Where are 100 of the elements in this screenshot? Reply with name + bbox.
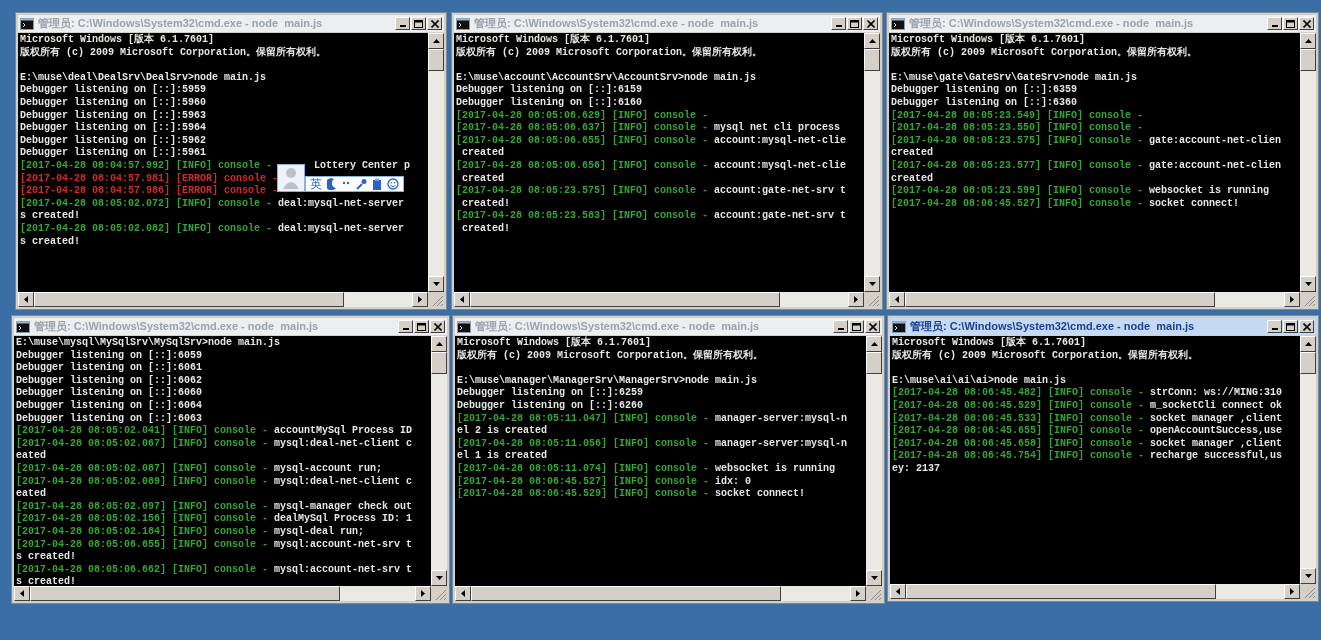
- scrollbar-thumb[interactable]: [906, 584, 1216, 599]
- vertical-scrollbar[interactable]: [866, 336, 882, 586]
- scroll-right-button[interactable]: [412, 292, 428, 307]
- vertical-scrollbar[interactable]: [1300, 33, 1316, 292]
- minimize-button[interactable]: [398, 320, 413, 333]
- console-line: E:\muse\mysql\MySqlSrv\MySqlSrv>node main.js: [16, 337, 281, 350]
- scrollbar-thumb[interactable]: [1300, 49, 1316, 71]
- vertical-scrollbar[interactable]: [431, 336, 447, 586]
- wrench-icon[interactable]: [355, 178, 367, 190]
- close-button[interactable]: [430, 320, 445, 333]
- scroll-up-button[interactable]: [1300, 33, 1316, 49]
- scroll-right-button[interactable]: [848, 292, 864, 307]
- horizontal-scrollbar[interactable]: [890, 584, 1300, 599]
- scroll-up-button[interactable]: [428, 33, 444, 49]
- close-button[interactable]: [1299, 320, 1314, 333]
- close-button[interactable]: [1299, 17, 1314, 30]
- scroll-left-button[interactable]: [454, 292, 470, 307]
- scroll-left-button[interactable]: [889, 292, 905, 307]
- scroll-left-button[interactable]: [890, 584, 906, 599]
- close-button[interactable]: [863, 17, 878, 30]
- log-prefix: [2017-04-28 08:05:23.575] [INFO] console -: [456, 185, 709, 198]
- clipboard-icon[interactable]: [372, 178, 382, 190]
- log-prefix: [2017-04-28 08:05:06.655] [INFO] console -: [456, 134, 709, 147]
- close-button[interactable]: [865, 320, 880, 333]
- maximize-button[interactable]: [849, 320, 864, 333]
- language-toggle[interactable]: 英: [310, 178, 322, 190]
- scroll-up-button[interactable]: [864, 33, 880, 49]
- log-message: strConn: ws://MING:310: [1150, 387, 1283, 400]
- horizontal-scrollbar[interactable]: [455, 586, 866, 601]
- scrollbar-thumb[interactable]: [905, 292, 1215, 307]
- scroll-up-button[interactable]: [1300, 336, 1316, 352]
- close-button[interactable]: [427, 17, 442, 30]
- horizontal-scrollbar[interactable]: [18, 292, 428, 307]
- scrollbar-thumb[interactable]: [864, 49, 880, 71]
- minimize-button[interactable]: [1267, 320, 1282, 333]
- horizontal-scrollbar[interactable]: [889, 292, 1300, 307]
- scrollbar-thumb[interactable]: [30, 586, 340, 601]
- minimize-button[interactable]: [833, 320, 848, 333]
- scroll-left-button[interactable]: [18, 292, 34, 307]
- moon-icon[interactable]: [327, 178, 337, 190]
- maximize-button[interactable]: [1283, 320, 1298, 333]
- console-line: Debugger listening on [::]:6360: [891, 96, 1078, 110]
- scrollbar-thumb[interactable]: [431, 352, 447, 374]
- smiley-icon[interactable]: [387, 178, 399, 190]
- window-title: 管理员: C:\Windows\System32\cmd.exe - node main.js: [475, 319, 760, 335]
- scroll-down-button[interactable]: [864, 276, 880, 292]
- maximize-button[interactable]: [847, 17, 862, 30]
- close-icon: [868, 322, 877, 331]
- scroll-right-button[interactable]: [1284, 292, 1300, 307]
- horizontal-scrollbar[interactable]: [454, 292, 864, 307]
- log-prefix: [2017-04-28 08:05:23.583] [INFO] console -: [456, 210, 709, 223]
- log-message: manager-server:mysql-n: [715, 412, 848, 426]
- scroll-down-button[interactable]: [1300, 276, 1316, 292]
- scrollbar-thumb[interactable]: [471, 586, 781, 601]
- scrollbar-thumb[interactable]: [428, 49, 444, 71]
- scroll-up-button[interactable]: [866, 336, 882, 352]
- maximize-button[interactable]: [411, 17, 426, 30]
- scroll-right-button[interactable]: [1284, 584, 1300, 599]
- scroll-down-button[interactable]: [428, 276, 444, 292]
- scrollbar-thumb[interactable]: [1300, 352, 1316, 374]
- close-icon: [1302, 19, 1311, 28]
- scroll-down-button[interactable]: [866, 570, 882, 586]
- minimize-button[interactable]: [831, 17, 846, 30]
- log-message: socket manager ,client: [1150, 412, 1283, 426]
- horizontal-scrollbar[interactable]: [14, 586, 431, 601]
- cmd-icon: [456, 17, 470, 30]
- cmd-icon: [16, 320, 30, 333]
- scrollbar-thumb[interactable]: [866, 352, 882, 374]
- log-prefix: [2017-04-28 08:05:06.662] [INFO] console -: [16, 563, 269, 576]
- maximize-icon: [852, 322, 861, 331]
- close-icon: [866, 19, 875, 28]
- console-line: Debugger listening on [::]:5959: [20, 84, 207, 97]
- console-line: created: [891, 147, 933, 160]
- log-message: m_socketCli connect ok: [1150, 399, 1283, 413]
- maximize-button[interactable]: [414, 320, 429, 333]
- scroll-left-button[interactable]: [455, 586, 471, 601]
- vertical-scrollbar[interactable]: [864, 33, 880, 292]
- scrollbar-thumb[interactable]: [470, 292, 780, 307]
- log-message: Lottery Center p: [314, 159, 411, 173]
- left-arrow-icon: [896, 588, 900, 595]
- minimize-button[interactable]: [1267, 17, 1282, 30]
- scroll-right-button[interactable]: [415, 586, 431, 601]
- console-line: eated: [16, 488, 46, 501]
- scroll-left-button[interactable]: [14, 586, 30, 601]
- maximize-button[interactable]: [1283, 17, 1298, 30]
- log-prefix: [2017-04-28 08:05:06.637] [INFO] console -: [456, 122, 709, 135]
- scroll-down-button[interactable]: [431, 570, 447, 586]
- vertical-scrollbar[interactable]: [1300, 336, 1316, 584]
- scroll-down-button[interactable]: [1300, 568, 1316, 584]
- scrollbar-thumb[interactable]: [34, 292, 344, 307]
- vertical-scrollbar[interactable]: [428, 33, 444, 292]
- maximize-icon: [1286, 322, 1295, 331]
- log-prefix: [2017-04-28 08:04:57.981] [ERROR] console -: [20, 172, 279, 185]
- log-message: openAccountSuccess,use: [1150, 425, 1283, 438]
- console-line: Debugger listening on [::]:6064: [16, 399, 203, 413]
- minimize-button[interactable]: [395, 17, 410, 30]
- scroll-up-button[interactable]: [431, 336, 447, 352]
- log-prefix: [2017-04-28 08:06:45.482] [INFO] console -: [892, 387, 1145, 400]
- log-prefix: [2017-04-28 08:04:57.992] [INFO] console -: [20, 159, 273, 173]
- scroll-right-button[interactable]: [850, 586, 866, 601]
